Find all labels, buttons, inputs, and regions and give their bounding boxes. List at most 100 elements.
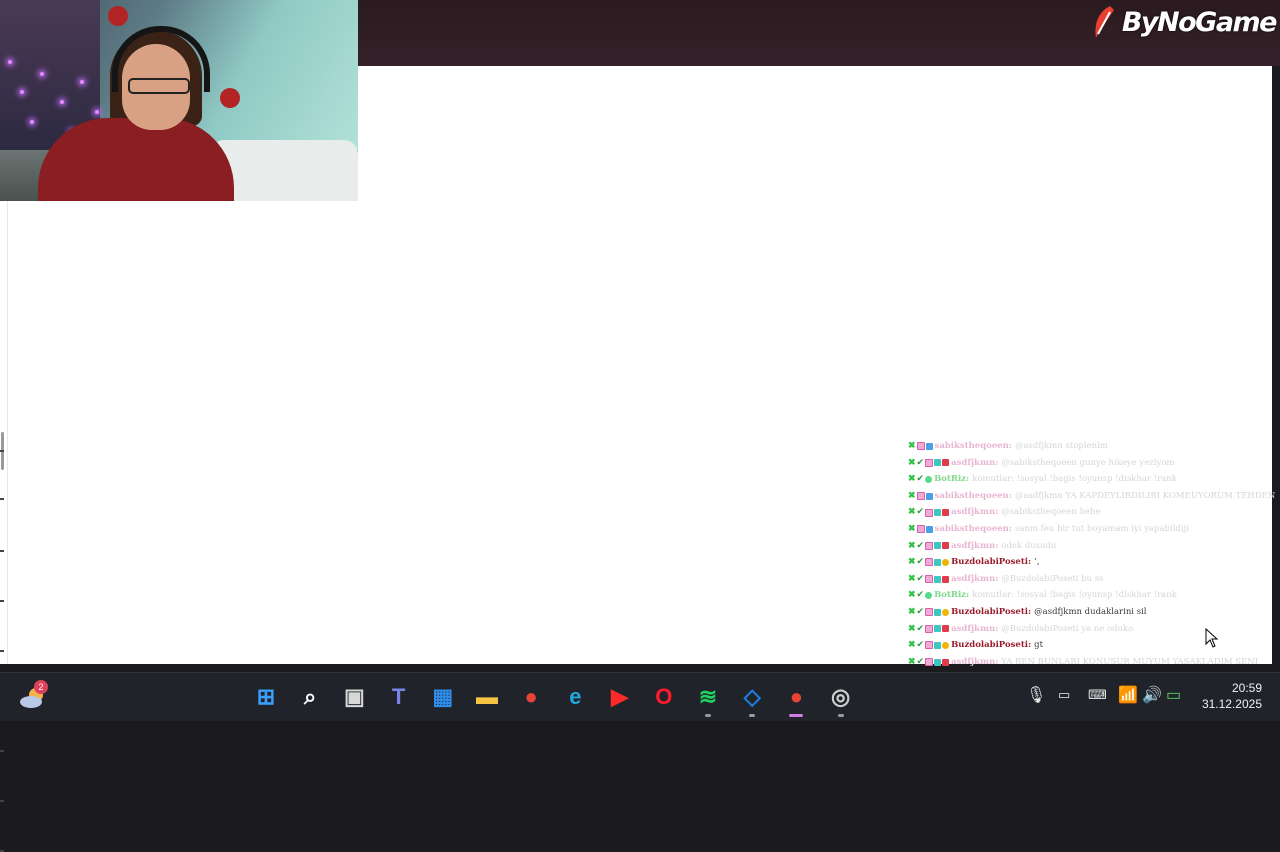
chat-message-text: komutlar: !sosyal !bagis !oyunsp !diskha… [972, 474, 1177, 485]
left-window-edge [0, 200, 8, 852]
chat-message-text: @BuzdolabiPoseti bu ss [1001, 573, 1104, 584]
chat-message-text: @BuzdolabiPoseti ya ne oduko [1001, 623, 1134, 634]
teal-badge-icon [934, 608, 942, 616]
sword-badge-icon: ✔ [916, 640, 925, 651]
chat-message-text: @asdfjkmn YA KAPDEYLIRDILIRI KOMEUYORUM … [1014, 490, 1276, 501]
app-blue-icon[interactable]: ◇ [738, 683, 766, 717]
chat-message-text: komutlar: !sosyal !bagis !oyunsp !diskha… [972, 590, 1177, 601]
chat-message-text: @asdfjkmn stoplenlm [1014, 441, 1108, 451]
start-icon[interactable]: ⊞ [252, 683, 280, 711]
sword-badge-icon: ✔ [916, 557, 925, 568]
store-icon[interactable]: ▦ [429, 683, 457, 711]
sword-badge-icon: ✔ [916, 474, 925, 485]
teal-badge-icon [934, 641, 942, 649]
chrome-profile-icon[interactable]: ● [782, 683, 810, 717]
chat-message: ✖ sabikstheqoeen: @asdfjkmn YA KAPDEYLIRDI… [908, 488, 1280, 505]
chat-username[interactable]: asdfjkmn: [951, 455, 998, 472]
sword-badge-icon: ✔ [916, 573, 925, 584]
sword-badge-icon: ✔ [916, 656, 925, 667]
chat-message-text: odek dusudu [1001, 540, 1057, 551]
opera-icon[interactable]: O [650, 683, 678, 711]
chat-username[interactable]: BuzdolabiPoseti: [951, 637, 1031, 654]
blue-badge-icon [925, 442, 933, 450]
moderator-badge-icon: ✖ [908, 557, 916, 568]
moderator-badge-icon: ✖ [908, 590, 916, 601]
chat-username[interactable]: sabikstheqoeen: [935, 488, 1012, 505]
sword-badge-icon: ✔ [916, 606, 925, 617]
blue-badge-icon [925, 525, 933, 533]
moderator-badge-icon: ✖ [908, 540, 916, 551]
chat-message: ✖ ✔ asdfjkmn: @sabikstheqoeen hehe [908, 504, 1280, 521]
chat-message: ✖ ✔ asdfjkmn: @BuzdolabiPoseti bu ss [908, 571, 1280, 588]
teal-badge-icon [934, 658, 942, 666]
red-badge-icon [942, 575, 950, 583]
pink-badge-icon [916, 525, 925, 534]
chat-message: ✖ ✔ asdfjkmn: odek dusudu [908, 538, 1280, 555]
moderator-badge-icon: ✖ [908, 606, 916, 617]
pink-badge-icon [925, 558, 934, 567]
moderator-badge-icon: ✖ [908, 441, 916, 451]
mouse-cursor-icon [1205, 628, 1219, 648]
chat-username[interactable]: asdfjkmn: [951, 504, 998, 521]
red-badge-icon [942, 509, 950, 517]
chat-message: ✖ ✔ BotRiz: komutlar: !sosyal !bagis !oyuns… [908, 471, 1280, 488]
screen-share-icon[interactable]: ▭ [1058, 687, 1070, 703]
edge-icon[interactable]: e [561, 683, 589, 711]
red-badge-icon [942, 658, 950, 666]
brand-name: ByNoGame [1121, 6, 1278, 38]
obs-icon[interactable]: ◎ [827, 683, 855, 717]
moderator-badge-icon: ✖ [908, 490, 916, 501]
microphone-icon[interactable]: 🎙 [1026, 685, 1046, 705]
moderator-badge-icon: ✖ [908, 623, 916, 634]
red-badge-icon [942, 625, 950, 633]
teal-badge-icon [934, 509, 942, 517]
sword-badge-icon: ✔ [916, 457, 925, 468]
chat-message: ✖ ✔ asdfjkmn: @BuzdolabiPoseti ya ne oduko [908, 621, 1280, 638]
teal-badge-icon [934, 542, 942, 550]
chrome-icon[interactable]: ● [517, 683, 545, 711]
teams-icon[interactable]: T [385, 683, 413, 711]
pink-badge-icon [925, 575, 934, 584]
chat-message-text: sanm feu bir tut boyamam iyi yapabildiji [1014, 523, 1189, 534]
chat-message: ✖ ✔ BuzdolabiPoseti: gt [908, 637, 1280, 654]
battery-icon[interactable]: ▭ [1166, 685, 1181, 705]
chat-message-text: YA BEN BUNLARI KONUSUR MUYUM YASAKLADIM … [1001, 656, 1259, 667]
chat-username[interactable]: asdfjkmn: [951, 538, 998, 555]
volume-icon[interactable]: 🔊 [1142, 685, 1162, 705]
youtube-icon[interactable]: ▶ [606, 683, 634, 711]
sword-badge-icon: ✔ [916, 590, 925, 601]
chat-username[interactable]: sabikstheqoeen: [935, 521, 1012, 538]
pink-badge-icon [925, 641, 934, 650]
clock-date: 31.12.2025 [1201, 697, 1262, 711]
system-clock[interactable]: 20:59 31.12.2025 [1202, 680, 1262, 712]
chat-username[interactable]: BotRiz: [934, 587, 969, 604]
moderator-badge-icon: ✖ [908, 507, 916, 518]
sword-badge-icon: ✔ [916, 623, 925, 634]
chat-message-text: @sabikstheqoeen gunye hikeye yeziyom [1001, 457, 1175, 468]
chat-message-text: gt [1034, 640, 1043, 651]
chat-username[interactable]: BuzdolabiPoseti: [951, 554, 1031, 571]
chat-username[interactable]: asdfjkmn: [951, 571, 998, 588]
chat-username[interactable]: BotRiz: [934, 471, 969, 488]
chat-message: ✖ ✔ asdfjkmn: YA BEN BUNLARI KONUSUR MUYUM … [908, 654, 1280, 671]
yellow-badge-icon [942, 558, 950, 566]
red-badge-icon [942, 459, 950, 467]
moderator-badge-icon: ✖ [908, 474, 916, 485]
chat-username[interactable]: asdfjkmn: [951, 621, 998, 638]
sword-badge-icon: ✔ [916, 507, 925, 518]
file-explorer-icon[interactable]: ▬ [473, 683, 501, 711]
chat-message: ✖ sabikstheqoeen: sanm feu bir tut boyamam… [908, 521, 1280, 538]
spotify-icon[interactable]: ≋ [694, 683, 722, 717]
teal-badge-icon [934, 625, 942, 633]
wifi-icon[interactable]: 📶 [1118, 685, 1138, 705]
keyboard-icon[interactable]: ⌨ [1088, 687, 1107, 703]
chat-username[interactable]: BuzdolabiPoseti: [951, 604, 1031, 621]
chat-username[interactable]: asdfjkmn: [951, 654, 998, 671]
search-icon[interactable]: ⌕ [296, 683, 324, 711]
chat-username[interactable]: sabikstheqoeen: [935, 438, 1012, 455]
pink-badge-icon [925, 458, 934, 467]
chat-message: ✖ ✔ BuzdolabiPoseti:’, [908, 554, 1280, 571]
moderator-badge-icon: ✖ [908, 573, 916, 584]
pink-badge-icon [925, 608, 934, 617]
task-view-icon[interactable]: ▣ [340, 683, 368, 711]
